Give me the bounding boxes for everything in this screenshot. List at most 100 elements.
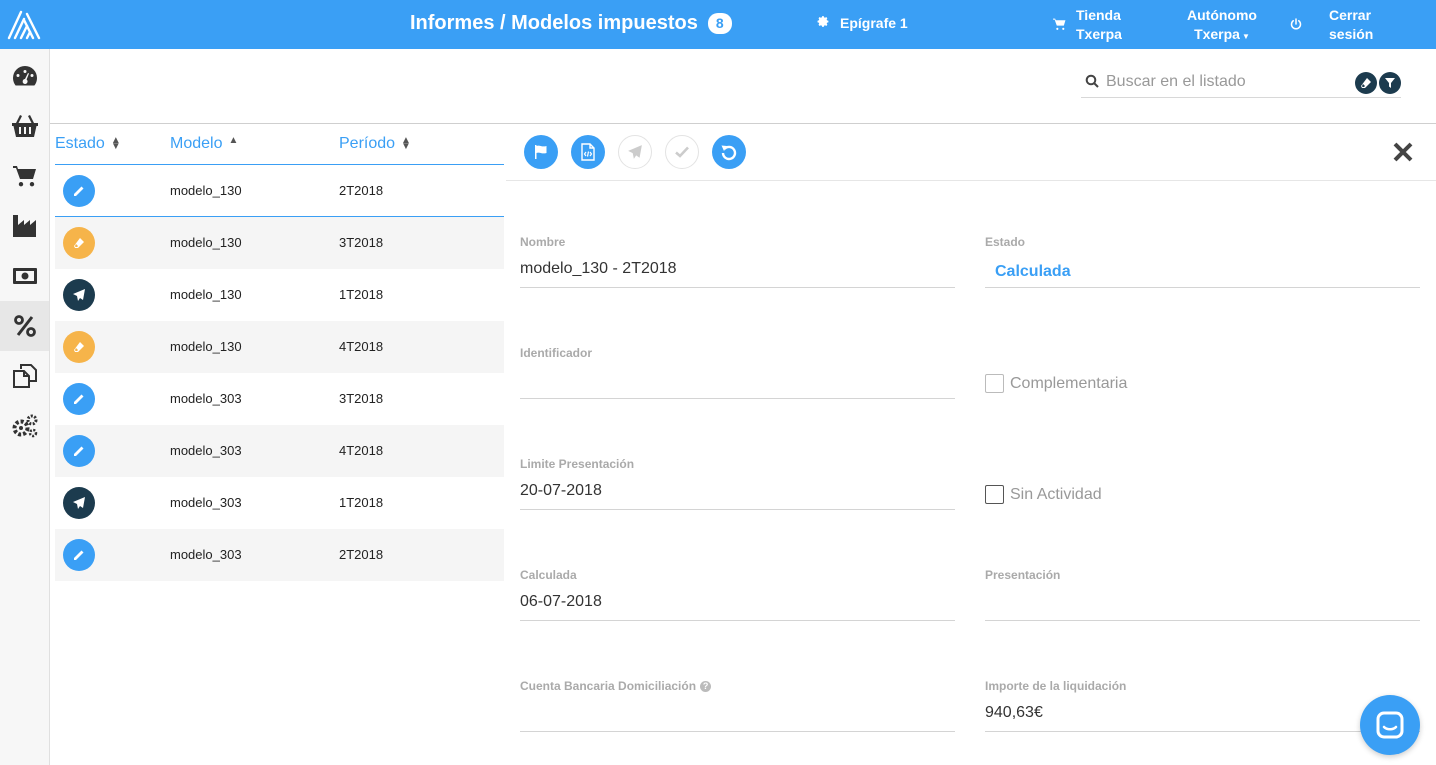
page-title-text: Informes / Modelos impuestos [410, 12, 698, 34]
chat-button[interactable] [1360, 695, 1420, 755]
tienda-link[interactable]: Tienda Txerpa [1053, 6, 1122, 44]
column-estado[interactable]: Estado ▲ ▼ [55, 135, 121, 153]
table-header: Estado ▲ ▼ Modelo ▲ Período ▲ ▼ [55, 124, 504, 165]
calculada-label: Calculada [520, 568, 577, 582]
sort-asc-icon: ▲ [228, 135, 239, 146]
table-row[interactable]: modelo_130 2T2018 [55, 165, 504, 217]
limite-field[interactable]: 20-07-2018 [520, 482, 602, 500]
edit-status-icon [63, 175, 95, 207]
sidebar-item-percent[interactable] [0, 301, 49, 351]
calculada-field[interactable]: 06-07-2018 [520, 593, 602, 611]
xml-file-button[interactable] [571, 135, 605, 169]
user-label-1: Autónomo [1187, 7, 1257, 23]
table-row[interactable]: modelo_130 1T2018 [55, 269, 504, 321]
column-periodo-label: Período [339, 135, 396, 152]
estado-value: Calculada [995, 263, 1071, 280]
column-modelo[interactable]: Modelo ▲ [170, 135, 238, 153]
column-estado-label: Estado [55, 135, 105, 152]
sidebar-item-documents[interactable] [0, 351, 49, 401]
row-modelo: modelo_303 [170, 495, 242, 510]
power-icon [1290, 17, 1302, 33]
eraser-button[interactable] [1355, 72, 1377, 94]
flag-button[interactable] [524, 135, 558, 169]
table-row[interactable]: modelo_303 1T2018 [55, 477, 504, 529]
cuenta-underline [520, 731, 955, 732]
undo-icon [721, 145, 737, 161]
check-icon [675, 146, 689, 158]
edit-status-icon [63, 539, 95, 571]
caret-down-icon: ▼ [1241, 32, 1250, 41]
sin-actividad-checkbox[interactable]: Sin Actividad [985, 485, 1102, 504]
eraser-icon [1361, 78, 1371, 88]
epigrafe-label: Epígrafe 1 [840, 15, 908, 31]
sidebar-item-settings[interactable] [0, 401, 49, 451]
basket-icon [11, 115, 38, 137]
tienda-label-1: Tienda [1076, 7, 1121, 23]
search-input[interactable]: Buscar en el listado [1106, 73, 1246, 91]
gear-icon [817, 15, 830, 31]
sidebar-item-money[interactable] [0, 251, 49, 301]
filter-button[interactable] [1379, 72, 1401, 94]
estado-label: Estado [985, 235, 1026, 249]
edit-status-icon [63, 383, 95, 415]
identificador-underline [520, 398, 955, 399]
checkbox-box [985, 485, 1004, 504]
eraser-status-icon [63, 227, 95, 259]
row-modelo: modelo_130 [170, 339, 242, 354]
cuenta-label: Cuenta Bancaria Domiciliación? [520, 679, 712, 693]
factory-icon [12, 215, 36, 237]
row-periodo: 2T2018 [339, 183, 384, 198]
undo-button[interactable] [712, 135, 746, 169]
user-menu[interactable]: Autónomo Txerpa ▼ [1187, 6, 1257, 46]
close-icon [1393, 142, 1413, 162]
table-row[interactable]: modelo_303 3T2018 [55, 373, 504, 425]
epigrafe-selector[interactable]: Epígrafe 1 [817, 15, 908, 31]
importe-label: Importe de la liquidación [985, 679, 1127, 693]
sin-actividad-label: Sin Actividad [1010, 485, 1102, 503]
cuenta-label-text: Cuenta Bancaria Domiciliación [520, 679, 697, 693]
sidebar [0, 49, 50, 765]
nombre-field[interactable]: modelo_130 - 2T2018 [520, 260, 677, 278]
sort-both-icon: ▲ ▼ [401, 135, 411, 152]
confirm-button[interactable] [665, 135, 699, 169]
close-button[interactable] [1392, 141, 1414, 168]
sidebar-item-cart[interactable] [0, 151, 49, 201]
page-title: Informes / Modelos impuestos 8 [410, 12, 732, 35]
user-label-2: Txerpa [1194, 26, 1240, 42]
table-row[interactable]: modelo_303 2T2018 [55, 529, 504, 581]
percent-icon [13, 315, 36, 337]
nombre-label: Nombre [520, 235, 566, 249]
row-periodo: 1T2018 [339, 287, 384, 302]
money-icon [12, 268, 37, 284]
sidebar-item-dashboard[interactable] [0, 51, 49, 101]
dashboard-icon [12, 66, 37, 86]
send-button[interactable] [618, 135, 652, 169]
flag-icon [535, 145, 547, 159]
logout-link[interactable]: Cerrar sesión [1290, 6, 1373, 44]
search-icon [1085, 74, 1099, 93]
code-file-icon [581, 143, 595, 161]
row-modelo: modelo_303 [170, 391, 242, 406]
cart-icon [12, 166, 36, 187]
checkbox-box [985, 374, 1004, 393]
cart-small-icon [1053, 18, 1066, 33]
sort-both-icon: ▲ ▼ [110, 135, 121, 152]
send-icon [628, 145, 642, 159]
column-periodo[interactable]: Período ▲ ▼ [339, 135, 411, 153]
row-modelo: modelo_130 [170, 183, 242, 198]
sidebar-item-basket[interactable] [0, 101, 49, 151]
limite-label: Limite Presentación [520, 457, 635, 471]
table-row[interactable]: modelo_130 3T2018 [55, 217, 504, 269]
top-bar: Informes / Modelos impuestos 8 Epígrafe … [0, 0, 1436, 49]
count-badge: 8 [707, 13, 732, 34]
complementaria-checkbox[interactable]: Complementaria [985, 374, 1127, 393]
logo-icon[interactable] [0, 0, 50, 49]
sidebar-item-factory[interactable] [0, 201, 49, 251]
row-modelo: modelo_130 [170, 287, 242, 302]
tienda-label-2: Txerpa [1076, 26, 1122, 42]
presentacion-underline [985, 620, 1420, 621]
settings-icon [12, 414, 37, 438]
table-row[interactable]: modelo_303 4T2018 [55, 425, 504, 477]
table-row[interactable]: modelo_130 4T2018 [55, 321, 504, 373]
help-icon[interactable]: ? [700, 681, 712, 692]
